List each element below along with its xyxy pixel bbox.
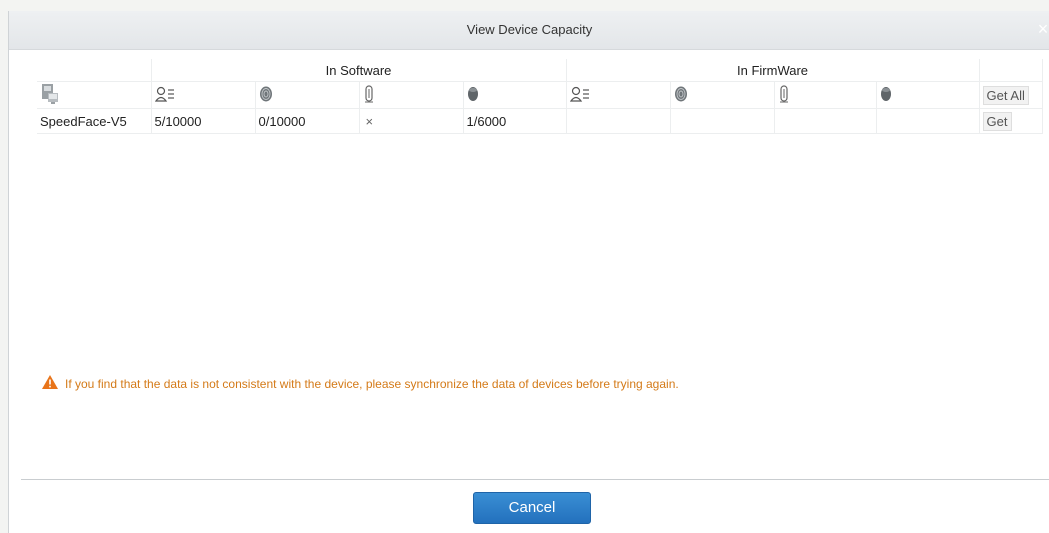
cancel-button[interactable]: Cancel xyxy=(473,492,591,524)
device-capacity-dialog: View Device Capacity × In Software In Fi… xyxy=(8,11,1049,533)
device-name-cell: SpeedFace-V5 xyxy=(37,108,152,134)
warning-triangle-icon xyxy=(41,374,59,393)
get-button[interactable]: Get xyxy=(982,111,1012,131)
user-list-icon xyxy=(569,86,590,105)
software-finger-vein-count: × xyxy=(359,108,464,134)
user-list-icon xyxy=(154,86,175,105)
face-icon xyxy=(467,86,479,105)
get-all-button[interactable]: Get All xyxy=(982,85,1029,105)
warning-text: If you find that the data is not consist… xyxy=(65,376,679,391)
fingerprint-icon xyxy=(259,86,273,105)
firmware-face-count xyxy=(876,108,980,134)
dialog-title: View Device Capacity xyxy=(466,22,593,37)
in-software-header: In Software xyxy=(151,59,567,82)
icon-header-row: Get All xyxy=(37,81,1043,109)
firmware-user-count xyxy=(566,108,671,134)
software-fingerprint-count: 0/10000 xyxy=(255,108,360,134)
fingerprint-icon xyxy=(674,86,688,105)
face-icon xyxy=(880,86,892,105)
software-user-count: 5/10000 xyxy=(151,108,256,134)
in-firmware-header: In FirmWare xyxy=(566,59,980,82)
table-row: SpeedFace-V5 5/10000 0/10000 × 1/6000 Ge… xyxy=(37,108,1043,134)
finger-vein-icon xyxy=(363,84,375,106)
firmware-fingerprint-count xyxy=(670,108,775,134)
capacity-table: In Software In FirmWare Get All SpeedFac… xyxy=(37,59,1043,134)
dialog-titlebar: View Device Capacity × xyxy=(9,11,1049,50)
group-header-row: In Software In FirmWare xyxy=(37,59,1043,82)
close-button[interactable]: × xyxy=(1036,19,1049,39)
footer-divider xyxy=(21,479,1049,480)
blank-header-cell xyxy=(979,59,1043,82)
firmware-finger-vein-count xyxy=(774,108,877,134)
warning-message: If you find that the data is not consist… xyxy=(41,374,679,393)
device-icon xyxy=(40,83,60,108)
finger-vein-icon xyxy=(778,84,790,106)
software-face-count: 1/6000 xyxy=(463,108,567,134)
blank-header-cell xyxy=(37,59,152,82)
